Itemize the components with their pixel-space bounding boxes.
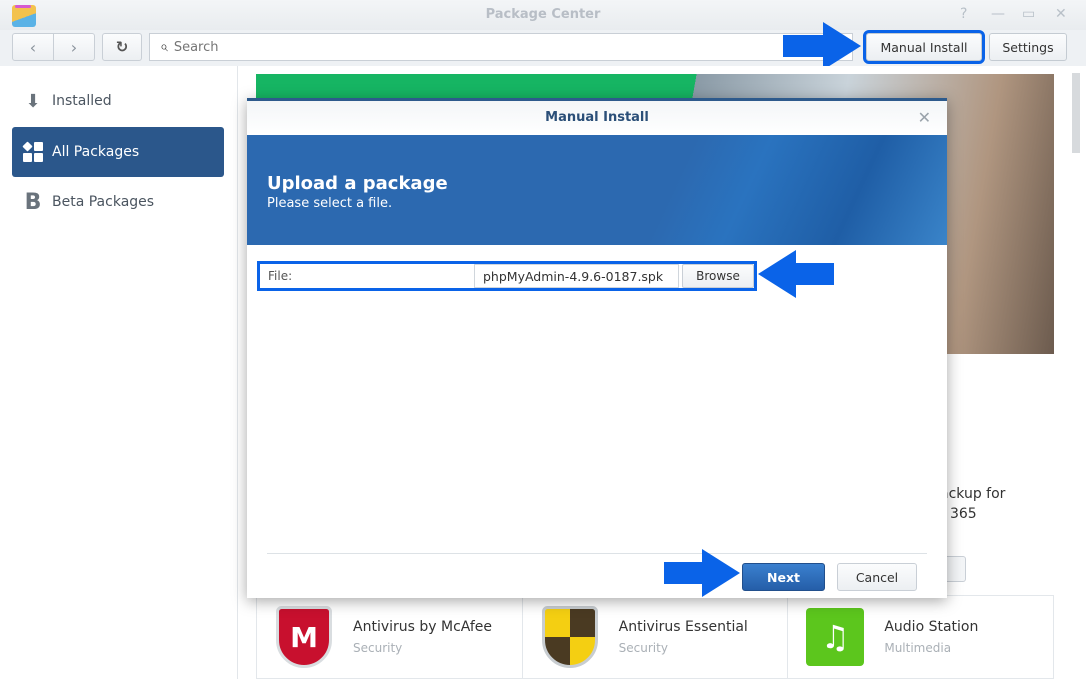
- cancel-button[interactable]: Cancel: [837, 563, 917, 591]
- help-icon[interactable]: ?: [960, 6, 967, 22]
- close-icon[interactable]: ✕: [918, 101, 931, 135]
- maximize-icon[interactable]: ▭: [1022, 6, 1035, 22]
- next-button[interactable]: Next: [742, 563, 825, 591]
- sidebar-item-label: Beta Packages: [52, 194, 155, 210]
- package-name: Antivirus Essential: [618, 619, 748, 635]
- sidebar-item-all-packages[interactable]: All Packages: [12, 127, 224, 177]
- package-name: Antivirus by McAfee: [353, 619, 493, 635]
- annotation-arrow-right: [664, 549, 740, 597]
- forward-button[interactable]: ›: [54, 34, 94, 60]
- settings-button[interactable]: Settings: [989, 33, 1067, 61]
- download-icon: ⬇: [25, 90, 41, 112]
- manual-install-button[interactable]: Manual Install: [863, 30, 985, 64]
- search-input[interactable]: [173, 39, 774, 55]
- package-row: M Antivirus by McAfee Security Antivirus…: [256, 595, 1054, 679]
- window-title: Package Center: [485, 7, 601, 22]
- minimize-icon[interactable]: —: [991, 6, 1005, 22]
- grid-icon: [22, 141, 44, 162]
- search-box[interactable]: ⌕: [149, 33, 853, 61]
- refresh-button[interactable]: ↻: [102, 33, 142, 61]
- package-category: Security: [353, 641, 403, 655]
- sidebar-item-beta-packages[interactable]: B Beta Packages: [12, 177, 224, 227]
- annotation-arrow-left: [758, 250, 834, 298]
- annotation-arrow-right: [783, 22, 861, 70]
- package-card-antivirus-mcafee[interactable]: M Antivirus by McAfee Security: [257, 596, 523, 678]
- partial-package-title: ackup for t 365: [940, 484, 1005, 524]
- search-icon: ⌕: [160, 39, 168, 55]
- package-name: Audio Station: [884, 619, 979, 635]
- sidebar: ⬇ Installed All Packages B Beta Packages: [0, 66, 238, 679]
- antivirus-shield-icon: [541, 606, 598, 668]
- dialog-heading: Upload a package: [267, 173, 448, 194]
- package-category: Multimedia: [884, 641, 952, 655]
- package-card-antivirus-essential[interactable]: Antivirus Essential Security: [523, 596, 789, 678]
- toolbar: ‹ › ↻ ⌕ Manual Install Settings: [0, 30, 1086, 66]
- sidebar-item-label: Installed: [52, 93, 112, 109]
- dialog-title: Manual Install: [545, 110, 649, 125]
- footer-divider: [267, 553, 927, 554]
- scrollbar[interactable]: [1072, 73, 1080, 153]
- sidebar-item-label: All Packages: [52, 144, 140, 160]
- dialog-header: Manual Install ✕: [247, 101, 947, 135]
- file-path-input[interactable]: phpMyAdmin-4.9.6-0187.spk: [474, 264, 679, 288]
- sidebar-item-installed[interactable]: ⬇ Installed: [12, 76, 224, 126]
- partial-title-line: t 365: [940, 506, 977, 522]
- package-category: Security: [618, 641, 668, 655]
- close-icon[interactable]: ✕: [1055, 6, 1067, 22]
- dialog-banner: Upload a package Please select a file.: [247, 135, 947, 245]
- title-bar: Package Center ? — ▭ ✕: [0, 0, 1086, 30]
- mcafee-shield-icon: M: [276, 606, 332, 668]
- beta-icon: B: [24, 189, 42, 215]
- music-note-icon: ♫: [806, 608, 865, 666]
- browse-button[interactable]: Browse: [682, 264, 754, 288]
- manual-install-dialog: Manual Install ✕ Upload a package Please…: [247, 98, 947, 598]
- back-button[interactable]: ‹: [13, 34, 54, 60]
- history-nav: ‹ ›: [12, 33, 95, 61]
- file-field-row: File: phpMyAdmin-4.9.6-0187.spk Browse: [257, 261, 757, 291]
- dialog-subheading: Please select a file.: [267, 196, 393, 211]
- partial-title-line: ackup for: [940, 486, 1006, 502]
- file-label: File:: [268, 269, 293, 283]
- package-card-audio-station[interactable]: ♫ Audio Station Multimedia: [788, 596, 1053, 678]
